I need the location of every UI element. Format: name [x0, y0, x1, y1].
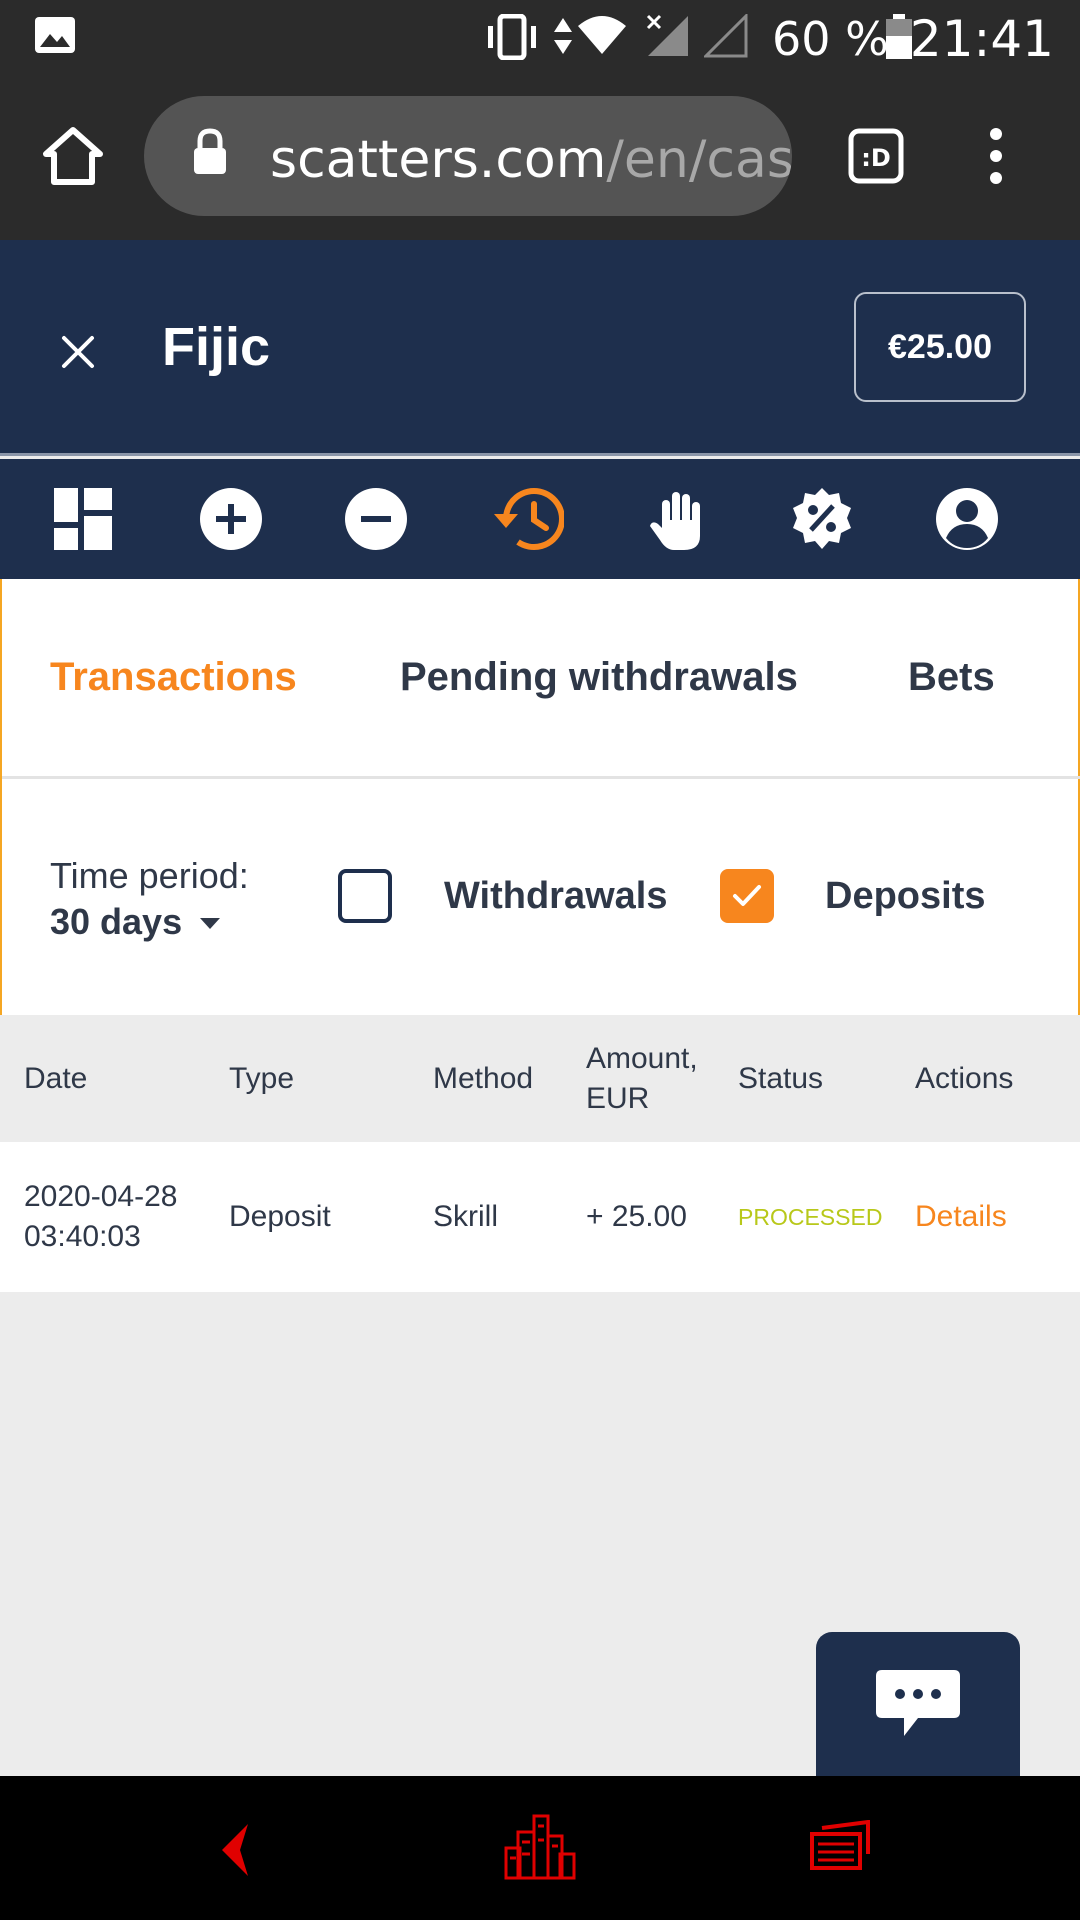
deposits-checkbox[interactable]: [720, 869, 774, 923]
column-amount-line2: EUR: [586, 1082, 650, 1115]
row-date: 2020-04-28: [24, 1180, 178, 1213]
time-period-label: Time period:: [50, 855, 249, 896]
vibrate-icon: [488, 14, 536, 60]
history-icon[interactable]: [492, 486, 564, 552]
battery-percent: 60 %: [772, 12, 889, 66]
dashboard-icon[interactable]: [52, 486, 118, 552]
column-status: Status: [738, 1062, 824, 1095]
chevron-down-icon: [200, 918, 221, 930]
balance-button[interactable]: €25.00: [854, 292, 1026, 402]
username: Fijic: [162, 317, 271, 377]
limits-hand-icon[interactable]: [646, 486, 712, 552]
column-type: Type: [229, 1062, 295, 1095]
time-period-dropdown[interactable]: 30 days: [50, 901, 221, 943]
column-method: Method: [433, 1062, 534, 1095]
row-time: 03:40:03: [24, 1220, 141, 1253]
clock: 21:41: [909, 10, 1054, 68]
wifi-icon: [578, 16, 626, 54]
svg-text::D: :D: [861, 144, 891, 172]
row-method: Skrill: [433, 1200, 498, 1233]
column-amount: Amount, EUR: [586, 1039, 698, 1119]
withdraw-minus-icon[interactable]: [343, 486, 409, 552]
live-chat-button[interactable]: [816, 1632, 1020, 1782]
status-bar: 60 % 21:41: [0, 0, 1080, 74]
lock-icon: [194, 128, 226, 174]
table-row: 2020-04-28 03:40:03 Deposit Skrill + 25.…: [0, 1142, 1080, 1292]
row-datetime: 2020-04-28 03:40:03: [24, 1177, 177, 1257]
deposits-label: Deposits: [825, 875, 986, 917]
tab-bets[interactable]: Bets: [908, 655, 995, 700]
column-amount-line1: Amount,: [586, 1042, 698, 1075]
withdrawals-label: Withdrawals: [444, 875, 668, 917]
bonus-percent-icon[interactable]: [789, 486, 855, 552]
profile-icon[interactable]: [934, 486, 1000, 552]
status-badge: PROCESSED: [738, 1204, 883, 1230]
column-actions: Actions: [915, 1062, 1014, 1095]
url-text: scatters.com/en/cas: [270, 130, 792, 190]
deposit-plus-icon[interactable]: [198, 486, 264, 552]
checkmark-icon: [733, 885, 761, 906]
account-header: Fijic €25.00: [0, 240, 1080, 456]
tab-pending-withdrawals[interactable]: Pending withdrawals: [400, 655, 798, 700]
system-nav-bar: [0, 1776, 1080, 1920]
column-date: Date: [24, 1062, 88, 1095]
details-link[interactable]: Details: [915, 1197, 1007, 1237]
account-icon-nav: [0, 459, 1080, 579]
row-type: Deposit: [229, 1200, 331, 1233]
chat-bubble-icon: [876, 1670, 960, 1736]
row-amount: + 25.00: [586, 1200, 687, 1233]
browser-toolbar: scatters.com/en/cas :D: [0, 74, 1080, 240]
history-panel: Transactions Pending withdrawals Bets Ti…: [0, 579, 1080, 1015]
tab-transactions[interactable]: Transactions: [50, 655, 297, 700]
signal-empty-icon: [704, 14, 748, 58]
address-bar[interactable]: scatters.com/en/cas: [144, 96, 792, 216]
tab-divider: [2, 776, 1080, 779]
withdrawals-checkbox[interactable]: [338, 869, 392, 923]
back-icon[interactable]: [214, 1820, 254, 1880]
table-header: Date Type Method Amount, EUR Status Acti…: [0, 1015, 1080, 1142]
signal-icon: [646, 14, 688, 56]
close-icon[interactable]: [58, 332, 98, 372]
recent-apps-icon[interactable]: [810, 1820, 872, 1870]
data-arrows-icon: [554, 18, 572, 54]
home-city-icon[interactable]: [504, 1814, 576, 1880]
time-period-value: 30 days: [50, 901, 183, 942]
browser-menu-icon[interactable]: [986, 126, 1006, 186]
home-icon[interactable]: [42, 126, 104, 186]
gallery-notification-icon: [35, 17, 75, 53]
tab-switcher-icon[interactable]: :D: [848, 128, 904, 184]
